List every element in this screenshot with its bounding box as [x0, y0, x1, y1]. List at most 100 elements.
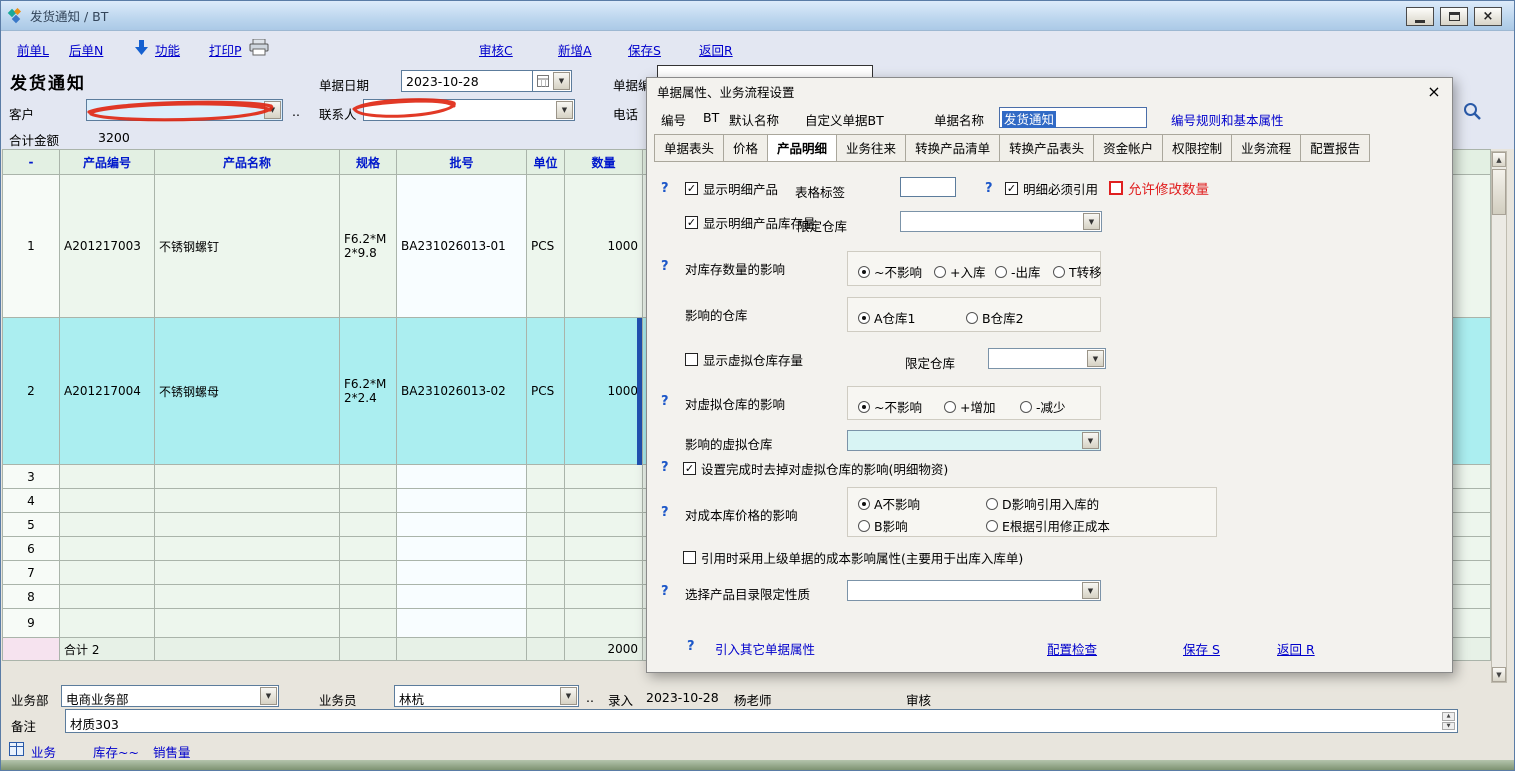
cell-row-no[interactable]: 9 — [3, 609, 60, 638]
print-button[interactable]: 打印P — [209, 40, 242, 59]
table-tag-input[interactable] — [900, 177, 956, 197]
radio-virtual-subtract[interactable]: -减少 — [1020, 397, 1066, 416]
virtual-warehouse-combobox[interactable]: ▼ — [847, 430, 1101, 451]
help-icon[interactable]: ? — [687, 639, 695, 654]
vertical-scrollbar[interactable]: ▲ ▼ — [1491, 151, 1507, 683]
config-check-link[interactable]: 配置检查 — [1047, 639, 1097, 658]
column-header[interactable]: - — [3, 150, 60, 175]
import-attributes-link[interactable]: 引入其它单据属性 — [715, 639, 815, 658]
catalog-limit-combobox[interactable]: ▼ — [847, 580, 1101, 601]
cell[interactable] — [565, 465, 643, 489]
cell[interactable] — [155, 513, 340, 537]
scroll-up-button[interactable]: ▲ — [1492, 152, 1506, 167]
cell-row-no[interactable]: 4 — [3, 489, 60, 513]
cell-code[interactable]: A201217004 — [60, 318, 155, 465]
cell[interactable] — [60, 489, 155, 513]
cell-qty[interactable]: 1000 — [565, 318, 643, 465]
cell[interactable] — [340, 537, 397, 561]
audit-button[interactable]: 审核C — [479, 40, 513, 59]
cell-spec[interactable]: F6.2*M2*2.4 — [340, 318, 397, 465]
inherit-cost-checkbox[interactable]: 引用时采用上级单据的成本影响属性(主要用于出库入库单) — [683, 548, 1023, 567]
show-virtual-stock-checkbox[interactable]: 显示虚拟仓库存量 — [685, 350, 803, 369]
help-icon[interactable]: ? — [661, 505, 669, 520]
radio-warehouse-2[interactable]: B仓库2 — [966, 308, 1024, 327]
cell[interactable] — [60, 513, 155, 537]
prev-doc-button[interactable]: 前单L — [17, 40, 49, 59]
cell[interactable] — [155, 609, 340, 638]
radio-cost-ref-in[interactable]: D影响引用入库的 — [986, 494, 1099, 513]
help-icon[interactable]: ? — [661, 394, 669, 409]
cell[interactable] — [340, 465, 397, 489]
new-button[interactable]: 新增A — [558, 40, 592, 59]
chevron-down-icon[interactable]: ▼ — [560, 687, 577, 705]
salesman-browse-dots[interactable]: .. — [586, 690, 594, 705]
radio-stock-out[interactable]: -出库 — [995, 262, 1041, 281]
cell-unit[interactable]: PCS — [527, 318, 565, 465]
cell[interactable] — [60, 561, 155, 585]
maximize-button[interactable] — [1440, 7, 1468, 26]
cell[interactable] — [155, 489, 340, 513]
chevron-down-icon[interactable]: ▼ — [556, 101, 573, 119]
column-header[interactable]: 产品编号 — [60, 150, 155, 175]
scrollbar-thumb[interactable] — [1492, 169, 1506, 215]
chevron-down-icon[interactable]: ▼ — [260, 687, 277, 705]
customer-browse-dots[interactable]: .. — [292, 104, 300, 119]
dialog-save-button[interactable]: 保存 S — [1183, 639, 1220, 658]
radio-cost-no-effect[interactable]: A不影响 — [858, 494, 920, 513]
cell-row-no[interactable]: 8 — [3, 585, 60, 609]
cell-row-no[interactable]: 7 — [3, 561, 60, 585]
cell[interactable] — [527, 585, 565, 609]
remark-input[interactable]: 材质303 ▲ ▼ — [65, 709, 1458, 733]
cell-row-no[interactable]: 2 — [3, 318, 60, 465]
cell-row-no[interactable]: 5 — [3, 513, 60, 537]
column-header[interactable]: 单位 — [527, 150, 565, 175]
cell-row-no[interactable]: 6 — [3, 537, 60, 561]
radio-warehouse-1[interactable]: A仓库1 — [858, 308, 916, 327]
column-header[interactable]: 数量 — [565, 150, 643, 175]
cell-code[interactable]: A201217003 — [60, 175, 155, 318]
cell[interactable] — [527, 537, 565, 561]
cell-row-no[interactable]: 1 — [3, 175, 60, 318]
cell[interactable] — [397, 585, 527, 609]
cell[interactable] — [527, 465, 565, 489]
remove-virtual-effect-checkbox[interactable]: ✓ 设置完成时去掉对虚拟仓库的影响(明细物资) — [683, 459, 948, 478]
chevron-down-icon[interactable]: ▼ — [1082, 432, 1099, 449]
date-picker-button[interactable]: ▼ — [532, 70, 572, 92]
cell[interactable] — [155, 537, 340, 561]
radio-virtual-add[interactable]: +增加 — [944, 397, 995, 416]
column-header[interactable]: 产品名称 — [155, 150, 340, 175]
radio-virtual-no-effect[interactable]: ~不影响 — [858, 397, 922, 416]
numbering-rule-link[interactable]: 编号规则和基本属性 — [1171, 110, 1284, 129]
customer-combobox[interactable]: ▼ — [86, 99, 283, 121]
bottom-tab-stock[interactable]: 库存~~ — [93, 742, 139, 761]
cell[interactable] — [155, 561, 340, 585]
cell[interactable] — [527, 489, 565, 513]
cell[interactable] — [397, 609, 527, 638]
cell-unit[interactable]: PCS — [527, 175, 565, 318]
minimize-button[interactable] — [1406, 7, 1434, 26]
cell[interactable] — [60, 585, 155, 609]
column-header[interactable]: 批号 — [397, 150, 527, 175]
cell[interactable] — [565, 537, 643, 561]
help-icon[interactable]: ? — [661, 181, 669, 196]
radio-stock-in[interactable]: +入库 — [934, 262, 985, 281]
chevron-down-icon[interactable]: ▼ — [1083, 213, 1100, 230]
chevron-down-icon[interactable]: ▼ — [1087, 350, 1104, 367]
date-input[interactable] — [401, 70, 533, 92]
chevron-down-icon[interactable]: ▼ — [553, 72, 570, 90]
dialog-title-bar[interactable]: 单据属性、业务流程设置 × — [647, 78, 1452, 104]
radio-cost-correct[interactable]: E根据引用修正成本 — [986, 516, 1110, 535]
next-doc-button[interactable]: 后单N — [69, 40, 103, 59]
cell-batch[interactable]: BA231026013-01 — [397, 175, 527, 318]
help-icon[interactable]: ? — [661, 584, 669, 599]
cell[interactable] — [60, 537, 155, 561]
help-icon[interactable]: ? — [661, 460, 669, 475]
chevron-down-icon[interactable]: ▼ — [1082, 582, 1099, 599]
printer-icon[interactable] — [249, 39, 269, 56]
must-reference-checkbox[interactable]: ✓ 明细必须引用 — [1005, 179, 1098, 198]
remark-spinner[interactable]: ▲ ▼ — [1442, 712, 1455, 730]
cell-name[interactable]: 不锈钢螺母 — [155, 318, 340, 465]
cell[interactable] — [340, 561, 397, 585]
cell[interactable] — [565, 513, 643, 537]
cell[interactable] — [565, 585, 643, 609]
